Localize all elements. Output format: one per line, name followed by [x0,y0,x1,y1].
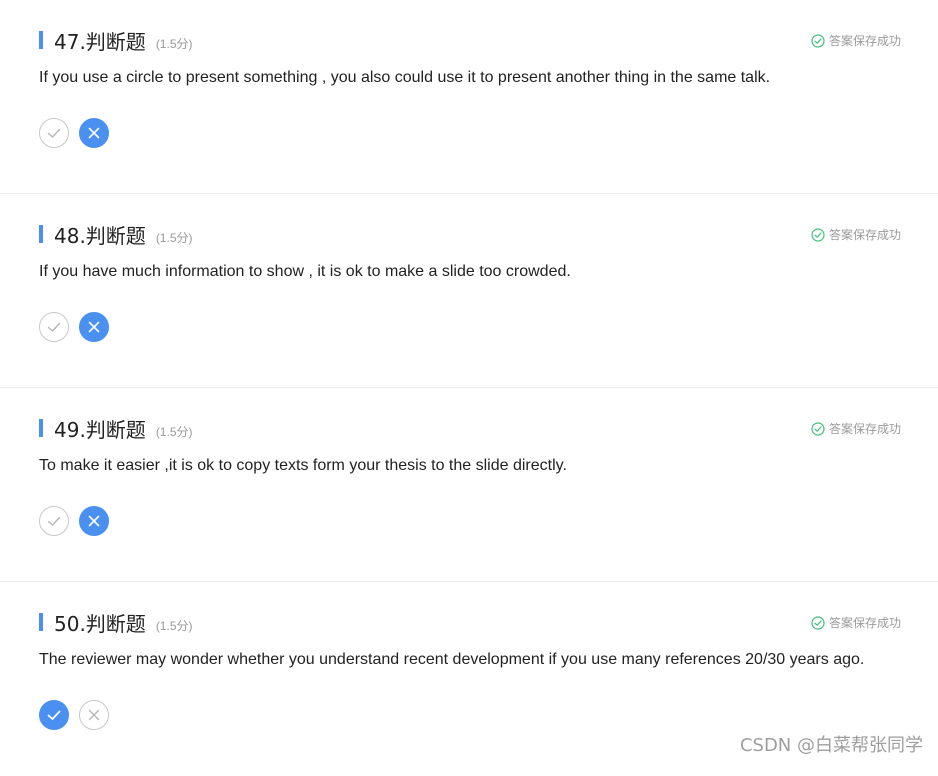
question-text: If you use a circle to present something… [39,69,771,86]
question-score: (1.5分) [155,36,193,51]
check-circle-icon [811,33,825,48]
question-header: 47.判断题 (1.5分) [39,27,193,54]
question-accent-bar [39,225,43,243]
question-title: 50.判断题 [54,611,146,636]
question-card: 47.判断题 (1.5分) 答案保存成功 If you use a circle… [0,0,938,194]
save-status-label: 答案保存成功 [828,422,901,436]
question-title: 48.判断题 [54,223,146,248]
save-status-label: 答案保存成功 [828,228,901,242]
cross-icon [88,321,100,333]
question-score: (1.5分) [155,230,193,245]
save-status-label: 答案保存成功 [828,616,901,630]
check-icon [47,128,61,138]
question-accent-bar [39,419,43,437]
check-circle-icon [811,615,825,630]
check-icon [47,322,61,332]
check-icon [47,516,61,526]
check-icon [47,710,61,720]
save-status-label: 答案保存成功 [828,34,901,48]
question-text: The reviewer may wonder whether you unde… [39,651,865,668]
true-option-button[interactable] [39,506,69,536]
false-option-button[interactable] [79,506,109,536]
true-option-button[interactable] [39,312,69,342]
question-accent-bar [39,31,43,49]
check-circle-icon [811,421,825,436]
question-text: If you have much information to show , i… [39,263,571,280]
question-card: 49.判断题 (1.5分) 答案保存成功 To make it easier ,… [0,388,938,582]
question-score: (1.5分) [155,618,193,633]
save-status: 答案保存成功 [811,32,901,49]
true-option-button[interactable] [39,118,69,148]
false-option-button[interactable] [79,700,109,730]
question-header: 50.判断题 (1.5分) [39,609,193,636]
question-header: 48.判断题 (1.5分) [39,221,193,248]
false-option-button[interactable] [79,312,109,342]
question-score: (1.5分) [155,424,193,439]
question-title: 49.判断题 [54,417,146,442]
save-status: 答案保存成功 [811,614,901,631]
question-text: To make it easier ,it is ok to copy text… [39,457,567,474]
question-card: 48.判断题 (1.5分) 答案保存成功 If you have much in… [0,194,938,388]
question-title: 47.判断题 [54,29,146,54]
cross-icon [88,709,100,721]
save-status: 答案保存成功 [811,226,901,243]
false-option-button[interactable] [79,118,109,148]
cross-icon [88,515,100,527]
question-accent-bar [39,613,43,631]
question-header: 49.判断题 (1.5分) [39,415,193,442]
cross-icon [88,127,100,139]
check-circle-icon [811,227,825,242]
save-status: 答案保存成功 [811,420,901,437]
true-option-button[interactable] [39,700,69,730]
watermark: CSDN @白菜帮张同学 [739,735,923,756]
